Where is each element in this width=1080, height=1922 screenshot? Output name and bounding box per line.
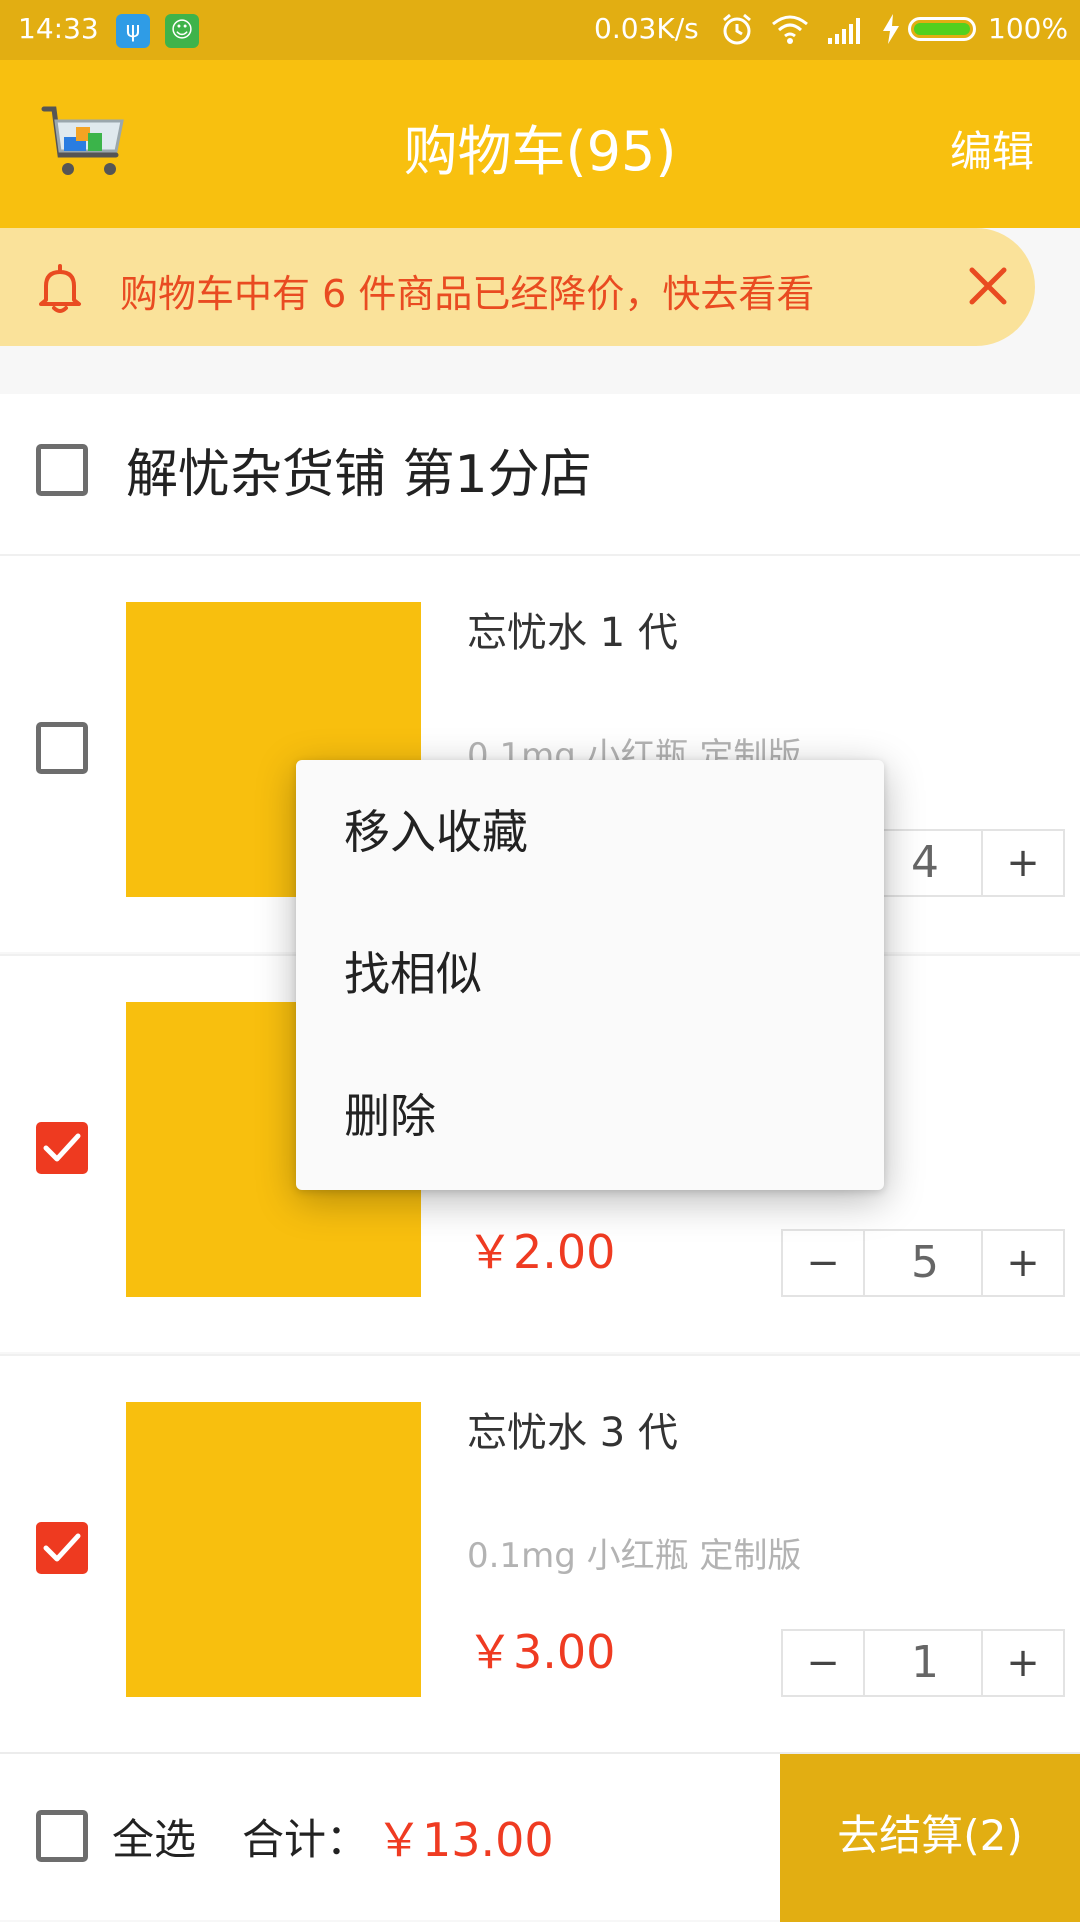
product-image[interactable]	[126, 1402, 421, 1697]
store-header: 解忧杂货铺 第1分店	[0, 394, 1080, 554]
quantity-stepper: − 1 +	[781, 1629, 1065, 1697]
menu-item-move-to-favorites[interactable]: 移入收藏	[344, 796, 528, 862]
context-menu: 移入收藏 找相似 删除	[296, 760, 884, 1190]
quantity-stepper: − 5 +	[781, 1229, 1065, 1297]
checkout-button[interactable]: 去结算(2)	[780, 1754, 1080, 1922]
product-name[interactable]: 忘忧水 1 代	[467, 600, 678, 658]
quantity-value[interactable]: 5	[865, 1231, 985, 1295]
item-checkbox[interactable]	[36, 1522, 88, 1574]
select-all-checkbox[interactable]	[36, 1810, 88, 1862]
battery-icon	[908, 17, 976, 41]
charging-icon	[883, 14, 899, 44]
checkout-bar: 全选 合计： ￥13.00 去结算(2)	[0, 1752, 1080, 1922]
status-time: 14:33	[18, 12, 99, 45]
page-title: 购物车(95)	[403, 120, 677, 183]
item-checkbox[interactable]	[36, 722, 88, 774]
price-drop-notice[interactable]: 购物车中有 6 件商品已经降价，快去看看	[0, 228, 1035, 346]
decrease-button[interactable]: −	[783, 1231, 865, 1295]
store-checkbox[interactable]	[36, 444, 88, 496]
product-spec: 0.1mg 小红瓶 定制版	[467, 1536, 802, 1576]
total-label: 合计：	[242, 1815, 369, 1864]
battery-level	[914, 23, 970, 35]
quantity-value[interactable]: 1	[865, 1631, 985, 1695]
increase-button[interactable]: +	[981, 1631, 1063, 1695]
menu-item-delete[interactable]: 删除	[344, 1080, 436, 1146]
checkmark-icon	[43, 1133, 81, 1162]
alarm-icon	[723, 13, 751, 45]
decrease-button[interactable]: −	[783, 1631, 865, 1695]
close-icon[interactable]	[964, 262, 1012, 310]
product-price: ￥3.00	[467, 1625, 616, 1679]
usb-icon: ψ	[116, 14, 150, 48]
increase-button[interactable]: +	[981, 831, 1063, 895]
app-bar: 购物车(95) 编辑	[0, 60, 1080, 228]
product-price: ￥2.00	[467, 1225, 616, 1279]
edit-button[interactable]: 编辑	[950, 118, 1034, 179]
select-all-label[interactable]: 全选	[112, 1806, 196, 1867]
menu-item-find-similar[interactable]: 找相似	[344, 938, 482, 1004]
android-debug-icon: ☺	[165, 14, 199, 48]
store-name: 解忧杂货铺 第1分店	[126, 445, 592, 505]
total-amount: ￥13.00	[376, 1813, 554, 1867]
wifi-icon	[772, 15, 808, 44]
cart-item[interactable]: 忘忧水 3 代 0.1mg 小红瓶 定制版 ￥3.00 − 1 +	[0, 1354, 1080, 1752]
checkmark-icon	[43, 1533, 81, 1562]
network-speed: 0.03K/s	[594, 12, 699, 45]
product-name[interactable]: 忘忧水 3 代	[467, 1400, 678, 1458]
status-bar: 14:33 ψ ☺ 0.03K/s 100%	[0, 0, 1080, 60]
item-checkbox[interactable]	[36, 1122, 88, 1174]
signal-icon	[828, 18, 860, 44]
increase-button[interactable]: +	[981, 1231, 1063, 1295]
notice-text: 购物车中有 6 件商品已经降价，快去看看	[120, 272, 815, 316]
battery-percentage: 100%	[988, 12, 1069, 45]
bell-icon	[39, 264, 81, 313]
